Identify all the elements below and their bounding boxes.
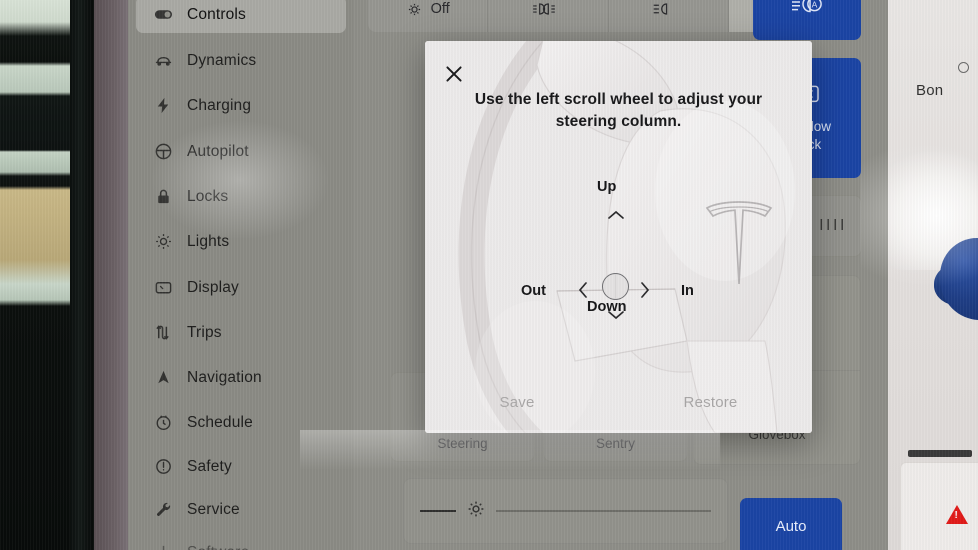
alert-circle-icon xyxy=(154,457,173,476)
sidebar-item-software[interactable]: Software xyxy=(136,534,346,550)
sidebar-item-dynamics[interactable]: Dynamics xyxy=(136,42,346,79)
steering-column-modal: Use the left scroll wheel to adjust your… xyxy=(425,41,812,433)
sidebar-item-navigation[interactable]: Navigation xyxy=(136,359,346,396)
svg-text:A: A xyxy=(812,0,818,10)
sidebar-item-locks[interactable]: Locks xyxy=(136,178,346,215)
controls-sidebar: Controls Dynamics Charging Autopilot Loc… xyxy=(128,0,353,550)
sidebar-item-charging[interactable]: Charging xyxy=(136,87,346,124)
slider-track[interactable] xyxy=(496,510,711,512)
light-mode-parking[interactable] xyxy=(488,0,609,32)
direction-label-out: Out xyxy=(521,283,546,299)
sidebar-label: Software xyxy=(187,544,249,550)
wrench-icon xyxy=(154,500,173,519)
sidebar-label: Trips xyxy=(187,323,222,341)
screenshot-root: Controls Dynamics Charging Autopilot Loc… xyxy=(0,0,978,550)
auto-climate-label: Auto xyxy=(775,518,807,535)
car-interior-background xyxy=(0,0,128,550)
chevron-right-icon[interactable] xyxy=(639,281,651,299)
brightness-slider[interactable] xyxy=(403,478,728,544)
sun-icon xyxy=(154,232,173,251)
wiper-speed-4[interactable]: IIII xyxy=(805,196,861,256)
brightness-icon xyxy=(466,499,486,524)
bonnet-label: Bon xyxy=(916,82,944,99)
auto-high-beam-button[interactable]: A xyxy=(753,0,861,40)
chevron-left-icon[interactable] xyxy=(577,281,589,299)
clock-icon xyxy=(154,413,173,432)
sidebar-item-schedule[interactable]: Schedule xyxy=(136,404,346,441)
sidebar-label: Safety xyxy=(187,457,232,475)
display-icon xyxy=(154,278,173,297)
sidebar-label: Charging xyxy=(187,96,252,114)
sidebar-item-lights[interactable]: Lights xyxy=(136,223,346,260)
sidebar-item-safety[interactable]: Safety xyxy=(136,448,346,485)
sidebar-item-controls[interactable]: Controls xyxy=(136,0,346,33)
scroll-wheel-icon[interactable] xyxy=(602,273,629,300)
right-side-panel: Bon xyxy=(888,0,978,550)
steering-direction-cluster: Up Down Out In xyxy=(425,41,812,433)
sidebar-label: Locks xyxy=(187,187,229,205)
sidebar-label: Schedule xyxy=(187,413,253,431)
direction-label-up: Up xyxy=(597,179,617,195)
auto-climate-button[interactable]: Auto xyxy=(740,498,842,550)
steering-wheel-icon xyxy=(154,142,173,161)
chevron-down-icon[interactable] xyxy=(607,309,625,321)
door-pillar xyxy=(70,0,94,550)
light-mode-low-beam[interactable] xyxy=(609,0,729,32)
lock-icon xyxy=(154,187,173,206)
sidebar-label: Service xyxy=(187,500,240,518)
chevron-up-icon[interactable] xyxy=(607,209,625,221)
navigation-arrow-icon xyxy=(154,368,173,387)
hazard-warning-icon[interactable] xyxy=(946,505,968,524)
sidebar-item-autopilot[interactable]: Autopilot xyxy=(136,133,346,170)
bonnet-status-icon xyxy=(958,62,969,73)
sidebar-label: Controls xyxy=(187,5,246,23)
sidebar-label: Navigation xyxy=(187,368,262,386)
download-icon xyxy=(154,543,173,550)
sidebar-label: Lights xyxy=(187,232,230,250)
screen-bezel-left xyxy=(94,0,128,550)
trips-icon xyxy=(154,323,173,342)
sidebar-item-service[interactable]: Service xyxy=(136,491,346,528)
panel-divider-bar xyxy=(908,450,972,457)
sidebar-label: Autopilot xyxy=(187,142,249,160)
headlight-low-icon xyxy=(652,1,676,17)
direction-label-in: In xyxy=(681,283,694,299)
slider-minimum-indicator xyxy=(420,510,456,512)
parking-lights-icon xyxy=(532,1,556,17)
sidebar-label: Dynamics xyxy=(187,51,257,69)
auto-high-beam-icon: A xyxy=(790,0,824,20)
sidebar-label: Display xyxy=(187,278,239,296)
sidebar-item-trips[interactable]: Trips xyxy=(136,314,346,351)
sidebar-item-display[interactable]: Display xyxy=(136,269,346,306)
toggle-icon xyxy=(154,5,173,24)
bolt-icon xyxy=(154,96,173,115)
headlight-off-icon xyxy=(406,1,423,18)
light-mode-off[interactable]: Off xyxy=(368,0,489,32)
light-mode-off-label: Off xyxy=(430,1,450,17)
tesla-touchscreen: Controls Dynamics Charging Autopilot Loc… xyxy=(128,0,888,550)
car-dynamics-icon xyxy=(154,51,173,70)
